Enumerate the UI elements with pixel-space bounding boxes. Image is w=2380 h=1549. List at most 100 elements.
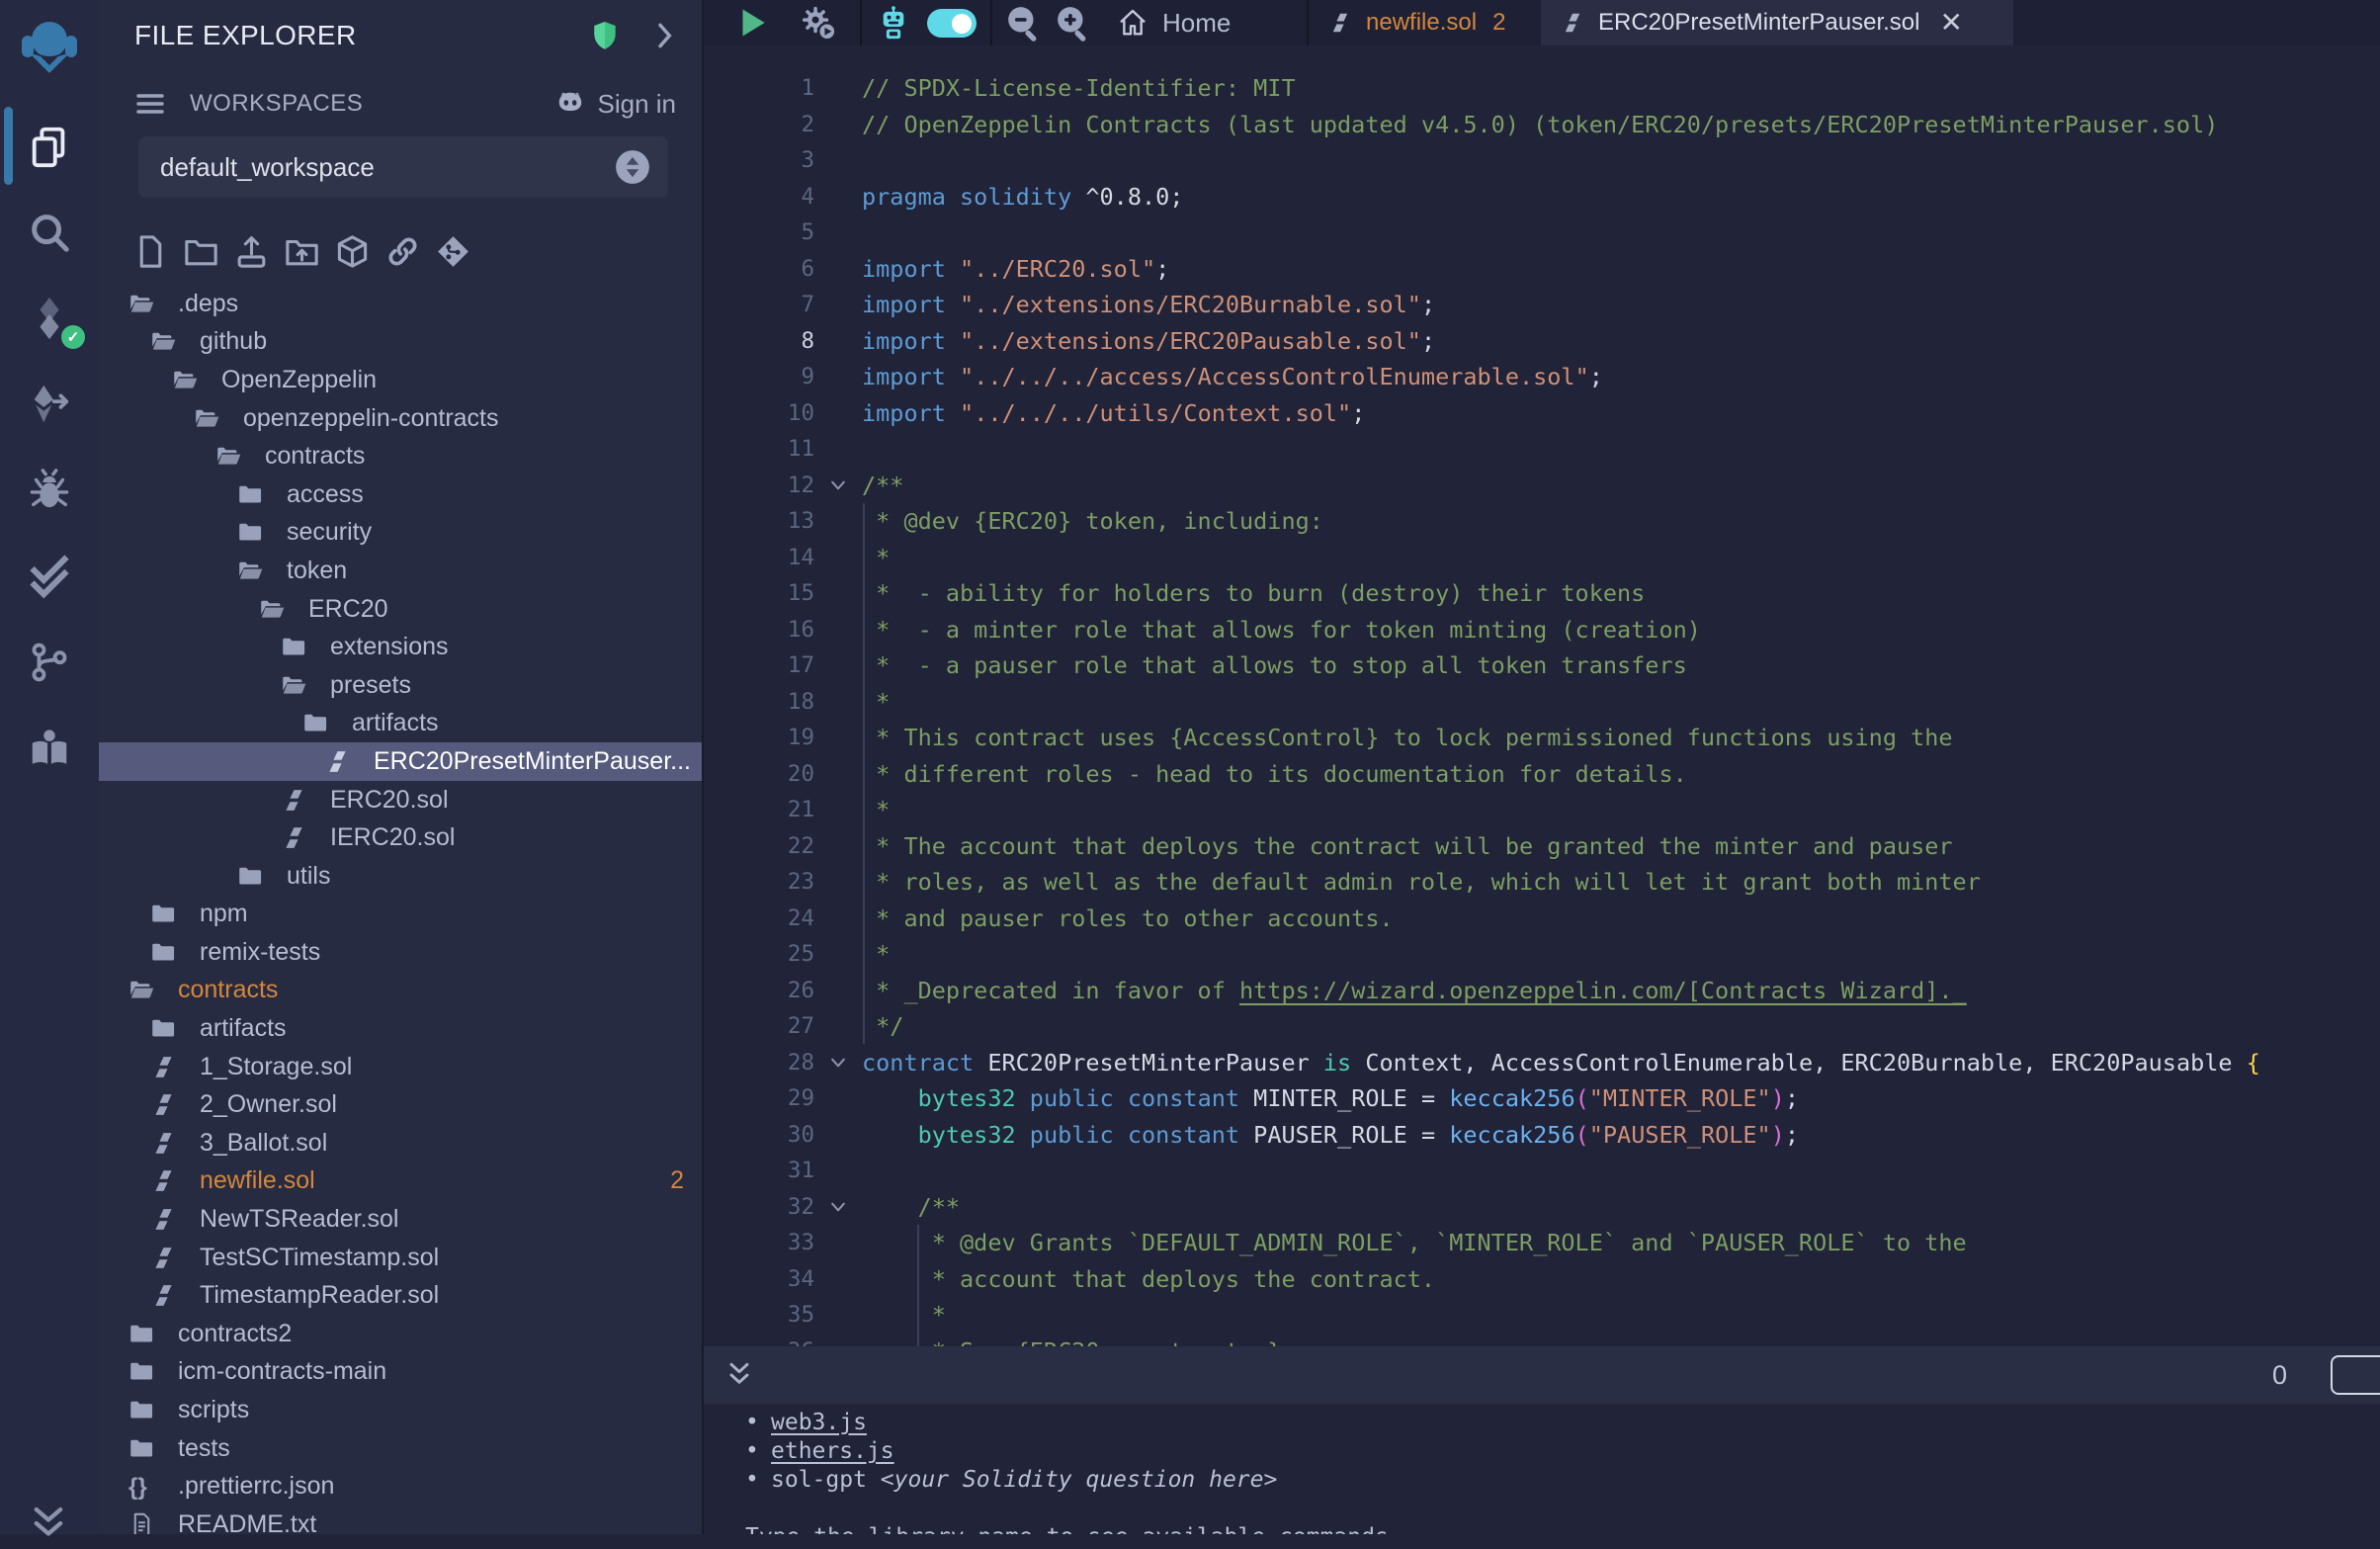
editor-area: Home newfile.sol 2 ERC20PresetMinterPaus… [704, 0, 2380, 1534]
tab-newfile-sol[interactable]: newfile.sol 2 [1309, 0, 1540, 45]
code-text: * - a pauser role that allows to stop al… [862, 647, 1687, 684]
tree-item-presets[interactable]: presets [99, 666, 702, 705]
activity-deploy-run-button[interactable] [0, 361, 99, 447]
new-file-icon[interactable] [132, 233, 169, 270]
activity-bar-items: ✓ [0, 103, 99, 791]
terminal-search-input[interactable] [2331, 1355, 2380, 1395]
tree-item-github[interactable]: github [99, 323, 702, 362]
tree-item-erc20.sol[interactable]: ERC20.sol [99, 781, 702, 819]
folder-icon [237, 863, 264, 890]
code-line: 12/** [704, 468, 2380, 504]
activity-debugger-button[interactable] [0, 447, 99, 533]
tree-item-contracts[interactable]: contracts [99, 972, 702, 1010]
tree-item-label: artifacts [352, 709, 439, 737]
code-text: * [862, 936, 890, 973]
tree-item-openzeppelin-contracts[interactable]: openzeppelin-contracts [99, 399, 702, 438]
fold-chevron-icon[interactable] [814, 1045, 862, 1081]
tree-item-3_ballot.sol[interactable]: 3_Ballot.sol [99, 1124, 702, 1162]
file-explorer-toolbar [132, 233, 471, 270]
sign-in-button[interactable]: Sign in [598, 89, 677, 120]
tree-item-scripts[interactable]: scripts [99, 1391, 702, 1429]
tree-item-erc20[interactable]: ERC20 [99, 590, 702, 629]
code-editor[interactable]: 1// SPDX-License-Identifier: MIT2// Open… [704, 45, 2380, 1346]
activity-unit-testing-button[interactable] [0, 533, 99, 619]
code-line: 10import "../../../utils/Context.sol"; [704, 395, 2380, 432]
cube-icon[interactable] [334, 233, 371, 270]
tree-item-openzeppelin[interactable]: OpenZeppelin [99, 361, 702, 399]
tab-home[interactable]: Home [1117, 0, 1231, 45]
tree-item-npm[interactable]: npm [99, 896, 702, 934]
workspaces-menu-icon[interactable] [134, 88, 166, 120]
activity-more-icon[interactable] [28, 1503, 69, 1544]
folder-icon [281, 634, 307, 660]
code-line: 19 * This contract uses {AccessControl} … [704, 720, 2380, 756]
ai-assistant-robot-icon[interactable] [868, 0, 919, 45]
fold-gutter [814, 1080, 862, 1117]
terminal-line[interactable]: •web3.js [745, 1409, 2380, 1437]
chevron-right-icon[interactable] [648, 20, 680, 51]
panel-title: FILE EXPLORER [134, 20, 561, 51]
activity-learneth-button[interactable] [0, 705, 99, 791]
upload-folder-icon[interactable] [284, 233, 320, 270]
workspace-select[interactable]: default_workspace [138, 136, 668, 198]
activity-search-button[interactable] [0, 189, 99, 275]
link-icon[interactable] [384, 233, 421, 270]
ai-copilot-toggle[interactable] [927, 9, 977, 38]
remix-logo-icon[interactable] [18, 14, 81, 77]
tree-item-1_storage.sol[interactable]: 1_Storage.sol [99, 1048, 702, 1086]
tree-item-.prettierrc.json[interactable]: {}.prettierrc.json [99, 1467, 702, 1506]
tree-item-.deps[interactable]: .deps [99, 285, 702, 323]
tree-item-artifacts[interactable]: artifacts [99, 1009, 702, 1048]
tree-item-newfile.sol[interactable]: newfile.sol2 [99, 1162, 702, 1201]
activity-files-button[interactable] [0, 103, 99, 189]
fold-chevron-icon[interactable] [814, 1189, 862, 1226]
fold-gutter [814, 503, 862, 540]
code-line: 14 * [704, 540, 2380, 576]
tree-item-testsctimestamp.sol[interactable]: TestSCTimestamp.sol [99, 1239, 702, 1277]
code-text: * @dev {ERC20} token, including: [862, 503, 1323, 540]
code-text: import "../../../access/AccessControlEnu… [862, 359, 1603, 395]
terminal-line[interactable]: •ethers.js [745, 1437, 2380, 1466]
fold-gutter [814, 1008, 862, 1045]
tree-item-contracts[interactable]: contracts [99, 437, 702, 475]
run-script-button[interactable] [727, 0, 777, 45]
activity-git-button[interactable] [0, 619, 99, 705]
upload-file-icon[interactable] [233, 233, 270, 270]
new-folder-icon[interactable] [183, 233, 219, 270]
tab-erc20presetminterpauser-sol[interactable]: ERC20PresetMinterPauser.sol ✕ [1541, 0, 2013, 45]
tree-item-utils[interactable]: utils [99, 857, 702, 896]
zoom-out-button[interactable] [1000, 0, 1048, 45]
activity-solidity-compiler-button[interactable]: ✓ [0, 275, 99, 361]
tree-item-token[interactable]: token [99, 552, 702, 590]
compile-run-settings-button[interactable] [791, 0, 846, 45]
tree-item-remix-tests[interactable]: remix-tests [99, 933, 702, 972]
tree-item-readme.txt[interactable]: README.txt [99, 1506, 702, 1534]
terminal-output[interactable]: •web3.js•ethers.js•sol-gpt <your Solidit… [704, 1404, 2380, 1534]
tree-item-security[interactable]: security [99, 514, 702, 553]
git-clone-icon[interactable] [435, 233, 471, 270]
zoom-in-button[interactable] [1050, 0, 1097, 45]
tree-item-extensions[interactable]: extensions [99, 628, 702, 666]
tree-item-2_owner.sol[interactable]: 2_Owner.sol [99, 1085, 702, 1124]
tree-item-label: ERC20 [308, 595, 388, 624]
code-line: 3 [704, 142, 2380, 179]
code-line: 30 bytes32 public constant PAUSER_ROLE =… [704, 1117, 2380, 1154]
tree-item-contracts2[interactable]: contracts2 [99, 1315, 702, 1353]
tree-item-icm-contracts-main[interactable]: icm-contracts-main [99, 1353, 702, 1392]
tree-item-erc20presetminterpauser...[interactable]: ERC20PresetMinterPauser... [99, 742, 702, 781]
tree-item-tests[interactable]: tests [99, 1429, 702, 1468]
line-number: 28 [704, 1045, 814, 1081]
tree-item-ierc20.sol[interactable]: IERC20.sol [99, 818, 702, 857]
terminal-header: 0 [704, 1346, 2380, 1404]
terminal-collapse-icon[interactable] [723, 1359, 755, 1391]
tree-item-access[interactable]: access [99, 475, 702, 514]
tree-item-label: security [287, 518, 372, 547]
tree-item-newtsreader.sol[interactable]: NewTSReader.sol [99, 1200, 702, 1239]
close-icon[interactable]: ✕ [1939, 9, 1962, 37]
tree-item-timestampreader.sol[interactable]: TimestampReader.sol [99, 1276, 702, 1315]
shield-icon[interactable] [589, 20, 621, 51]
tree-item-artifacts[interactable]: artifacts [99, 705, 702, 743]
file-tree: .depsgithubOpenZeppelinopenzeppelin-cont… [99, 285, 702, 1534]
terminal-line[interactable]: •sol-gpt <your Solidity question here> [745, 1466, 2380, 1495]
fold-chevron-icon[interactable] [814, 468, 862, 504]
